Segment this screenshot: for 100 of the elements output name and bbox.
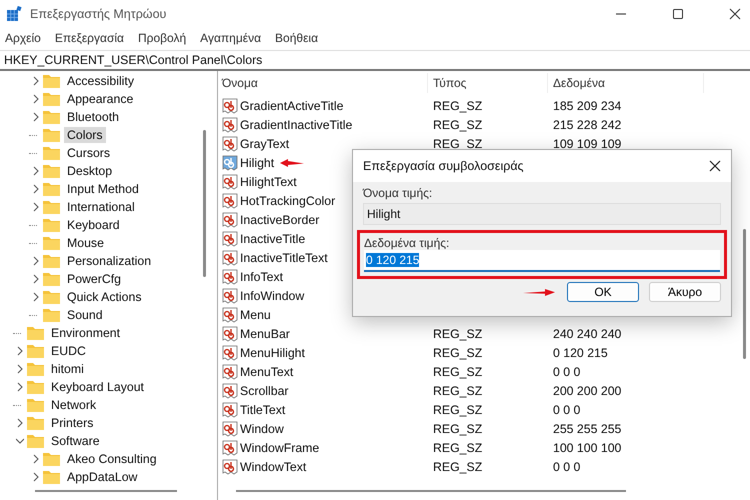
chevron-icon[interactable] <box>16 436 24 446</box>
menu-item[interactable]: Προβολή <box>138 31 186 45</box>
table-cell[interactable]: MenuHilight <box>240 346 305 360</box>
maximize-icon[interactable] <box>672 8 684 20</box>
table-cell[interactable]: GradientActiveTitle <box>240 98 344 112</box>
tree-item[interactable]: AppDataLow <box>64 469 140 485</box>
tree-item[interactable]: Sound <box>64 307 106 323</box>
table-cell[interactable]: GradientInactiveTitle <box>240 118 352 132</box>
value-name-field[interactable]: Hilight <box>363 203 721 225</box>
tree-item[interactable]: Appearance <box>64 91 136 107</box>
tree-item[interactable]: Environment <box>48 325 124 341</box>
tree-item[interactable]: EUDC <box>48 343 89 359</box>
chevron-icon[interactable] <box>32 184 40 194</box>
close-icon[interactable] <box>709 160 721 172</box>
tree-item[interactable]: Software <box>48 433 103 449</box>
table-cell[interactable]: InfoText <box>240 270 284 284</box>
menu-item[interactable]: Αρχείο <box>5 31 41 45</box>
scrollbar[interactable] <box>236 490 626 492</box>
table-cell[interactable]: InactiveBorder <box>240 212 320 226</box>
tree-item[interactable]: Keyboard Layout <box>48 379 147 395</box>
table-cell-text: 0 0 0 <box>552 402 582 416</box>
menu-item[interactable]: Βοήθεια <box>275 31 318 45</box>
chevron-icon[interactable] <box>32 166 40 176</box>
table-cell[interactable]: Window <box>240 422 284 436</box>
chevron-icon[interactable] <box>16 382 24 392</box>
table-cell-text: REG_SZ <box>432 346 484 360</box>
tree-item[interactable]: Desktop <box>64 163 116 179</box>
table-cell-text: 109 109 109 <box>552 136 622 150</box>
tree-item[interactable]: Input Method <box>64 181 142 197</box>
chevron-icon[interactable] <box>16 364 24 374</box>
table-cell[interactable]: TitleText <box>240 402 286 416</box>
scrollbar[interactable] <box>743 229 746 359</box>
folder-icon <box>43 470 60 484</box>
folder-icon <box>43 164 60 178</box>
menu-item[interactable]: Επεξεργασία <box>54 31 124 45</box>
tree-item[interactable]: Cursors <box>64 145 114 161</box>
close-icon[interactable] <box>729 8 741 20</box>
table-cell[interactable]: HotTrackingColor <box>240 194 336 208</box>
table-cell[interactable]: Hilight <box>240 156 274 170</box>
chevron-icon[interactable] <box>16 346 24 356</box>
dialog-title: Επεξεργασία συμβολοσειράς <box>363 159 524 173</box>
address-bar[interactable]: HKEY_CURRENT_USER\Control Panel\Colors <box>0 50 750 69</box>
table-cell-text: REG_SZ <box>432 440 484 454</box>
tree-item[interactable]: Printers <box>48 415 96 431</box>
dialog-button[interactable]: Άκυρο <box>649 282 721 302</box>
chevron-icon[interactable] <box>32 112 40 122</box>
folder-icon <box>27 398 44 412</box>
table-cell[interactable]: MenuBar <box>240 326 290 340</box>
scrollbar[interactable] <box>35 490 177 492</box>
tree-item[interactable]: Personalization <box>64 253 154 269</box>
tree-item[interactable]: Mouse <box>64 235 107 251</box>
tree-item[interactable]: Akeo Consulting <box>64 451 160 467</box>
table-cell-text: REG_SZ <box>432 402 484 416</box>
chevron-icon[interactable] <box>32 256 40 266</box>
table-cell[interactable]: WindowText <box>240 460 306 474</box>
table-cell[interactable]: Scrollbar <box>240 384 289 398</box>
table-cell[interactable]: Menu <box>240 308 271 322</box>
chevron-icon[interactable] <box>32 76 40 86</box>
table-cell-text: 215 228 242 <box>552 118 622 132</box>
table-cell[interactable]: InactiveTitle <box>240 232 306 246</box>
chevron-icon[interactable] <box>16 418 24 428</box>
table-cell[interactable]: InfoWindow <box>240 288 304 302</box>
tree-item[interactable]: International <box>64 199 138 215</box>
folder-icon <box>43 452 60 466</box>
value-data-field[interactable]: 0 120 215 <box>364 250 720 272</box>
menu-item[interactable]: Αγαπημένα <box>200 31 262 45</box>
column-header[interactable]: Δεδομένα <box>548 73 704 93</box>
tree-item[interactable]: Bluetooth <box>64 109 122 125</box>
table-cell-text: REG_SZ <box>432 326 484 340</box>
folder-icon <box>43 182 60 196</box>
chevron-icon[interactable] <box>32 454 40 464</box>
chevron-icon[interactable] <box>32 202 40 212</box>
folder-icon <box>43 146 60 160</box>
tree-item[interactable]: Colors <box>64 127 106 143</box>
scrollbar[interactable] <box>203 130 206 277</box>
table-cell-text: 185 209 234 <box>552 98 622 112</box>
folder-icon <box>43 254 60 268</box>
table-cell[interactable]: MenuText <box>240 364 294 378</box>
chevron-icon[interactable] <box>32 472 40 482</box>
table-cell[interactable]: WindowFrame <box>240 440 320 454</box>
column-header[interactable]: Όνομα <box>218 73 428 93</box>
field-label: Δεδομένα τιμής: <box>364 236 450 250</box>
chevron-icon[interactable] <box>32 94 40 104</box>
folder-icon <box>43 218 60 232</box>
chevron-icon[interactable] <box>32 292 40 302</box>
table-cell[interactable]: GrayText <box>240 136 290 150</box>
folder-icon <box>27 380 44 394</box>
tree-item[interactable]: PowerCfg <box>64 271 124 287</box>
tree-item[interactable]: Keyboard <box>64 217 123 233</box>
table-cell[interactable]: InactiveTitleText <box>240 250 328 264</box>
tree-item[interactable]: hitomi <box>48 361 87 377</box>
tree-item[interactable]: Network <box>48 397 100 413</box>
table-cell-text: 255 255 255 <box>552 422 622 436</box>
dialog-button[interactable]: OK <box>567 282 639 302</box>
column-header[interactable]: Τύπος <box>428 73 548 93</box>
tree-item[interactable]: Accessibility <box>64 73 137 89</box>
folder-icon <box>43 308 60 322</box>
table-cell[interactable]: HilightText <box>240 174 297 188</box>
tree-item[interactable]: Quick Actions <box>64 289 144 305</box>
chevron-icon[interactable] <box>32 274 40 284</box>
